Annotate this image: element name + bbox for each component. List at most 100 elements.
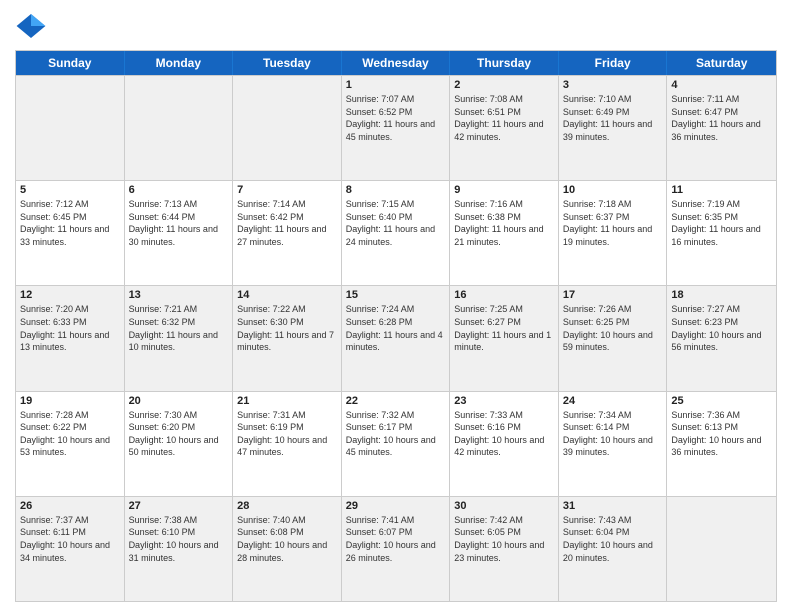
page: SundayMondayTuesdayWednesdayThursdayFrid…	[0, 0, 792, 612]
calendar-cell: 20 Sunrise: 7:30 AM Sunset: 6:20 PM Dayli…	[125, 392, 234, 496]
day-number: 9	[454, 184, 554, 196]
calendar-row: 1Sunrise: 7:07 AM Sunset: 6:52 PM Daylig…	[16, 75, 776, 180]
logo	[15, 10, 51, 42]
day-number: 21	[237, 395, 337, 407]
calendar-cell: 23Sunrise: 7:33 AM Sunset: 6:16 PM Dayli…	[450, 392, 559, 496]
day-number: 4	[671, 79, 772, 91]
calendar-header: SundayMondayTuesdayWednesdayThursdayFrid…	[16, 51, 776, 75]
calendar-cell: 17Sunrise: 7:26 AM Sunset: 6:25 PM Dayli…	[559, 286, 668, 390]
day-info: Sunrise: 7:32 AM Sunset: 6:17 PM Dayligh…	[346, 409, 446, 459]
calendar-cell: 11 Sunrise: 7:19 AM Sunset: 6:35 PM Dayli…	[667, 181, 776, 285]
calendar-cell: 28 Sunrise: 7:40 AM Sunset: 6:08 PM Dayli…	[233, 497, 342, 601]
day-info: Sunrise: 7:28 AM Sunset: 6:22 PM Dayligh…	[20, 409, 120, 459]
weekday-header: Sunday	[16, 51, 125, 75]
day-info: Sunrise: 7:24 AM Sunset: 6:28 PM Dayligh…	[346, 303, 446, 353]
calendar-cell: 31 Sunrise: 7:43 AM Sunset: 6:04 PM Dayli…	[559, 497, 668, 601]
day-number: 18	[671, 289, 772, 301]
calendar-row: 12Sunrise: 7:20 AM Sunset: 6:33 PM Dayli…	[16, 285, 776, 390]
calendar-cell: 29Sunrise: 7:41 AM Sunset: 6:07 PM Dayli…	[342, 497, 451, 601]
calendar-cell: 5 Sunrise: 7:12 AM Sunset: 6:45 PM Daylig…	[16, 181, 125, 285]
day-info: Sunrise: 7:31 AM Sunset: 6:19 PM Dayligh…	[237, 409, 337, 459]
calendar-cell: 21 Sunrise: 7:31 AM Sunset: 6:19 PM Dayli…	[233, 392, 342, 496]
weekday-header: Friday	[559, 51, 668, 75]
day-number: 16	[454, 289, 554, 301]
calendar-cell: 6Sunrise: 7:13 AM Sunset: 6:44 PM Daylig…	[125, 181, 234, 285]
calendar-row: 5 Sunrise: 7:12 AM Sunset: 6:45 PM Daylig…	[16, 180, 776, 285]
day-info: Sunrise: 7:43 AM Sunset: 6:04 PM Dayligh…	[563, 514, 663, 564]
weekday-header: Wednesday	[342, 51, 451, 75]
day-number: 30	[454, 500, 554, 512]
calendar-cell: 25Sunrise: 7:36 AM Sunset: 6:13 PM Dayli…	[667, 392, 776, 496]
day-info: Sunrise: 7:34 AM Sunset: 6:14 PM Dayligh…	[563, 409, 663, 459]
calendar-cell: 4 Sunrise: 7:11 AM Sunset: 6:47 PM Daylig…	[667, 76, 776, 180]
day-number: 28	[237, 500, 337, 512]
day-info: Sunrise: 7:12 AM Sunset: 6:45 PM Dayligh…	[20, 198, 120, 248]
day-info: Sunrise: 7:19 AM Sunset: 6:35 PM Dayligh…	[671, 198, 772, 248]
day-info: Sunrise: 7:42 AM Sunset: 6:05 PM Dayligh…	[454, 514, 554, 564]
calendar-cell: 8Sunrise: 7:15 AM Sunset: 6:40 PM Daylig…	[342, 181, 451, 285]
calendar-cell	[667, 497, 776, 601]
calendar-cell: 16 Sunrise: 7:25 AM Sunset: 6:27 PM Dayli…	[450, 286, 559, 390]
day-number: 7	[237, 184, 337, 196]
calendar-cell: 19 Sunrise: 7:28 AM Sunset: 6:22 PM Dayli…	[16, 392, 125, 496]
calendar-cell: 1Sunrise: 7:07 AM Sunset: 6:52 PM Daylig…	[342, 76, 451, 180]
calendar-row: 19 Sunrise: 7:28 AM Sunset: 6:22 PM Dayli…	[16, 391, 776, 496]
day-number: 31	[563, 500, 663, 512]
calendar-cell	[125, 76, 234, 180]
day-info: Sunrise: 7:20 AM Sunset: 6:33 PM Dayligh…	[20, 303, 120, 353]
logo-icon	[15, 10, 47, 42]
calendar-cell: 13 Sunrise: 7:21 AM Sunset: 6:32 PM Dayli…	[125, 286, 234, 390]
day-info: Sunrise: 7:14 AM Sunset: 6:42 PM Dayligh…	[237, 198, 337, 248]
calendar-cell: 14Sunrise: 7:22 AM Sunset: 6:30 PM Dayli…	[233, 286, 342, 390]
weekday-header: Tuesday	[233, 51, 342, 75]
day-number: 29	[346, 500, 446, 512]
day-number: 22	[346, 395, 446, 407]
day-number: 1	[346, 79, 446, 91]
calendar-cell: 22 Sunrise: 7:32 AM Sunset: 6:17 PM Dayli…	[342, 392, 451, 496]
day-number: 24	[563, 395, 663, 407]
day-info: Sunrise: 7:18 AM Sunset: 6:37 PM Dayligh…	[563, 198, 663, 248]
day-number: 23	[454, 395, 554, 407]
day-number: 10	[563, 184, 663, 196]
day-info: Sunrise: 7:37 AM Sunset: 6:11 PM Dayligh…	[20, 514, 120, 564]
day-info: Sunrise: 7:40 AM Sunset: 6:08 PM Dayligh…	[237, 514, 337, 564]
calendar-cell: 18 Sunrise: 7:27 AM Sunset: 6:23 PM Dayli…	[667, 286, 776, 390]
calendar-cell	[16, 76, 125, 180]
day-info: Sunrise: 7:11 AM Sunset: 6:47 PM Dayligh…	[671, 93, 772, 143]
day-info: Sunrise: 7:25 AM Sunset: 6:27 PM Dayligh…	[454, 303, 554, 353]
calendar-cell	[233, 76, 342, 180]
calendar-cell: 10 Sunrise: 7:18 AM Sunset: 6:37 PM Dayli…	[559, 181, 668, 285]
day-number: 2	[454, 79, 554, 91]
day-number: 14	[237, 289, 337, 301]
day-number: 3	[563, 79, 663, 91]
day-number: 19	[20, 395, 120, 407]
calendar-cell: 24 Sunrise: 7:34 AM Sunset: 6:14 PM Dayli…	[559, 392, 668, 496]
day-number: 27	[129, 500, 229, 512]
day-info: Sunrise: 7:08 AM Sunset: 6:51 PM Dayligh…	[454, 93, 554, 143]
day-info: Sunrise: 7:15 AM Sunset: 6:40 PM Dayligh…	[346, 198, 446, 248]
day-info: Sunrise: 7:30 AM Sunset: 6:20 PM Dayligh…	[129, 409, 229, 459]
calendar-cell: 7 Sunrise: 7:14 AM Sunset: 6:42 PM Daylig…	[233, 181, 342, 285]
day-info: Sunrise: 7:16 AM Sunset: 6:38 PM Dayligh…	[454, 198, 554, 248]
day-number: 15	[346, 289, 446, 301]
calendar-cell: 15 Sunrise: 7:24 AM Sunset: 6:28 PM Dayli…	[342, 286, 451, 390]
day-number: 13	[129, 289, 229, 301]
day-info: Sunrise: 7:36 AM Sunset: 6:13 PM Dayligh…	[671, 409, 772, 459]
calendar-row: 26Sunrise: 7:37 AM Sunset: 6:11 PM Dayli…	[16, 496, 776, 601]
calendar-cell: 3 Sunrise: 7:10 AM Sunset: 6:49 PM Daylig…	[559, 76, 668, 180]
day-number: 20	[129, 395, 229, 407]
day-info: Sunrise: 7:21 AM Sunset: 6:32 PM Dayligh…	[129, 303, 229, 353]
day-info: Sunrise: 7:10 AM Sunset: 6:49 PM Dayligh…	[563, 93, 663, 143]
day-number: 17	[563, 289, 663, 301]
calendar-cell: 9 Sunrise: 7:16 AM Sunset: 6:38 PM Daylig…	[450, 181, 559, 285]
day-number: 5	[20, 184, 120, 196]
calendar-cell: 26Sunrise: 7:37 AM Sunset: 6:11 PM Dayli…	[16, 497, 125, 601]
calendar: SundayMondayTuesdayWednesdayThursdayFrid…	[15, 50, 777, 602]
calendar-cell: 30 Sunrise: 7:42 AM Sunset: 6:05 PM Dayli…	[450, 497, 559, 601]
header	[15, 10, 777, 42]
day-info: Sunrise: 7:27 AM Sunset: 6:23 PM Dayligh…	[671, 303, 772, 353]
weekday-header: Saturday	[667, 51, 776, 75]
day-number: 11	[671, 184, 772, 196]
day-info: Sunrise: 7:38 AM Sunset: 6:10 PM Dayligh…	[129, 514, 229, 564]
calendar-cell: 12Sunrise: 7:20 AM Sunset: 6:33 PM Dayli…	[16, 286, 125, 390]
